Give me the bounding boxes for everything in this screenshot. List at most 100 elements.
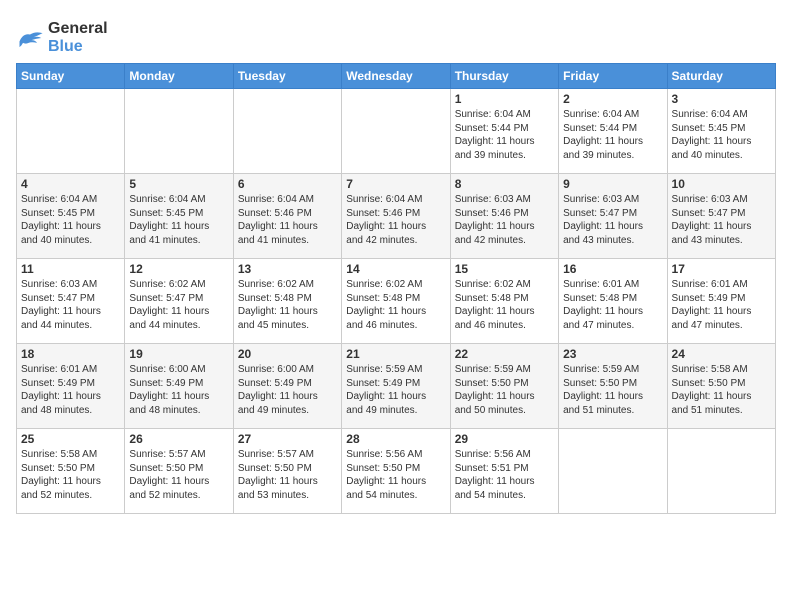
calendar-cell: 4 Sunrise: 6:04 AM Sunset: 5:45 PM Daylig… [17, 174, 125, 259]
page-header: General Blue [16, 16, 776, 55]
calendar-header-sunday: Sunday [17, 64, 125, 89]
day-info: Sunrise: 6:00 AM Sunset: 5:49 PM Dayligh… [238, 363, 337, 417]
calendar-cell: 14 Sunrise: 6:02 AM Sunset: 5:48 PM Dayli… [342, 259, 450, 344]
day-info: Sunrise: 6:02 AM Sunset: 5:48 PM Dayligh… [346, 278, 445, 332]
logo-text-general: General [48, 20, 108, 37]
calendar-cell: 29 Sunrise: 5:56 AM Sunset: 5:51 PM Dayli… [450, 429, 558, 514]
calendar-week-row: 4 Sunrise: 6:04 AM Sunset: 5:45 PM Daylig… [17, 174, 776, 259]
day-number: 13 [238, 262, 337, 276]
calendar-header-friday: Friday [559, 64, 667, 89]
day-number: 10 [672, 177, 771, 191]
calendar-cell: 18Sunrise: 6:01 AM Sunset: 5:49 PM Dayli… [17, 344, 125, 429]
calendar-week-row: 25 Sunrise: 5:58 AM Sunset: 5:50 PM Dayli… [17, 429, 776, 514]
calendar-cell: 15 Sunrise: 6:02 AM Sunset: 5:48 PM Dayli… [450, 259, 558, 344]
day-info: Sunrise: 5:57 AM Sunset: 5:50 PM Dayligh… [238, 448, 337, 502]
day-number: 5 [129, 177, 228, 191]
day-info: Sunrise: 6:02 AM Sunset: 5:48 PM Dayligh… [455, 278, 554, 332]
day-number: 29 [455, 432, 554, 446]
logo: General Blue [16, 20, 108, 55]
day-number: 4 [21, 177, 120, 191]
calendar-cell [667, 429, 775, 514]
day-info: Sunrise: 5:59 AM Sunset: 5:49 PM Dayligh… [346, 363, 445, 417]
day-info: Sunrise: 5:57 AM Sunset: 5:50 PM Dayligh… [129, 448, 228, 502]
day-number: 20 [238, 347, 337, 361]
calendar-cell: 25 Sunrise: 5:58 AM Sunset: 5:50 PM Dayli… [17, 429, 125, 514]
calendar-cell [233, 89, 341, 174]
calendar-cell: 24Sunrise: 5:58 AM Sunset: 5:50 PM Dayli… [667, 344, 775, 429]
day-info: Sunrise: 6:03 AM Sunset: 5:47 PM Dayligh… [672, 193, 771, 247]
calendar-cell: 28 Sunrise: 5:56 AM Sunset: 5:50 PM Dayli… [342, 429, 450, 514]
day-info: Sunrise: 6:00 AM Sunset: 5:49 PM Dayligh… [129, 363, 228, 417]
day-number: 6 [238, 177, 337, 191]
day-info: Sunrise: 6:04 AM Sunset: 5:45 PM Dayligh… [21, 193, 120, 247]
day-number: 3 [672, 92, 771, 106]
day-info: Sunrise: 6:03 AM Sunset: 5:47 PM Dayligh… [21, 278, 120, 332]
calendar-cell: 21 Sunrise: 5:59 AM Sunset: 5:49 PM Dayli… [342, 344, 450, 429]
day-number: 27 [238, 432, 337, 446]
day-number: 17 [672, 262, 771, 276]
calendar-week-row: 11 Sunrise: 6:03 AM Sunset: 5:47 PM Dayli… [17, 259, 776, 344]
calendar-header-saturday: Saturday [667, 64, 775, 89]
calendar-cell [559, 429, 667, 514]
day-number: 23 [563, 347, 662, 361]
day-number: 25 [21, 432, 120, 446]
day-number: 26 [129, 432, 228, 446]
day-info: Sunrise: 5:56 AM Sunset: 5:50 PM Dayligh… [346, 448, 445, 502]
calendar-cell: 8 Sunrise: 6:03 AM Sunset: 5:46 PM Daylig… [450, 174, 558, 259]
day-info: Sunrise: 6:01 AM Sunset: 5:49 PM Dayligh… [21, 363, 120, 417]
calendar-cell: 12 Sunrise: 6:02 AM Sunset: 5:47 PM Dayli… [125, 259, 233, 344]
calendar-cell: 22 Sunrise: 5:59 AM Sunset: 5:50 PM Dayli… [450, 344, 558, 429]
day-info: Sunrise: 6:04 AM Sunset: 5:45 PM Dayligh… [129, 193, 228, 247]
calendar-cell: 11 Sunrise: 6:03 AM Sunset: 5:47 PM Dayli… [17, 259, 125, 344]
calendar-cell: 3 Sunrise: 6:04 AM Sunset: 5:45 PM Daylig… [667, 89, 775, 174]
day-info: Sunrise: 5:58 AM Sunset: 5:50 PM Dayligh… [21, 448, 120, 502]
day-number: 2 [563, 92, 662, 106]
day-number: 7 [346, 177, 445, 191]
calendar-cell: 27 Sunrise: 5:57 AM Sunset: 5:50 PM Dayli… [233, 429, 341, 514]
calendar-cell: 9 Sunrise: 6:03 AM Sunset: 5:47 PM Daylig… [559, 174, 667, 259]
day-number: 19 [129, 347, 228, 361]
day-info: Sunrise: 5:56 AM Sunset: 5:51 PM Dayligh… [455, 448, 554, 502]
calendar-week-row: 1Sunrise: 6:04 AM Sunset: 5:44 PM Daylig… [17, 89, 776, 174]
calendar-cell: 5 Sunrise: 6:04 AM Sunset: 5:45 PM Daylig… [125, 174, 233, 259]
calendar-cell: 17 Sunrise: 6:01 AM Sunset: 5:49 PM Dayli… [667, 259, 775, 344]
day-number: 12 [129, 262, 228, 276]
calendar-header-wednesday: Wednesday [342, 64, 450, 89]
day-number: 21 [346, 347, 445, 361]
calendar-cell: 13 Sunrise: 6:02 AM Sunset: 5:48 PM Dayli… [233, 259, 341, 344]
calendar-cell: 2Sunrise: 6:04 AM Sunset: 5:44 PM Daylig… [559, 89, 667, 174]
calendar-header-row: SundayMondayTuesdayWednesdayThursdayFrid… [17, 64, 776, 89]
calendar-cell: 19 Sunrise: 6:00 AM Sunset: 5:49 PM Dayli… [125, 344, 233, 429]
logo-bird-icon [16, 27, 44, 49]
day-info: Sunrise: 6:04 AM Sunset: 5:46 PM Dayligh… [346, 193, 445, 247]
calendar-cell: 6 Sunrise: 6:04 AM Sunset: 5:46 PM Daylig… [233, 174, 341, 259]
calendar-header-monday: Monday [125, 64, 233, 89]
day-info: Sunrise: 6:03 AM Sunset: 5:46 PM Dayligh… [455, 193, 554, 247]
calendar-cell: 26 Sunrise: 5:57 AM Sunset: 5:50 PM Dayli… [125, 429, 233, 514]
day-number: 11 [21, 262, 120, 276]
calendar-cell [125, 89, 233, 174]
calendar-cell [17, 89, 125, 174]
calendar-cell: 7 Sunrise: 6:04 AM Sunset: 5:46 PM Daylig… [342, 174, 450, 259]
calendar-week-row: 18Sunrise: 6:01 AM Sunset: 5:49 PM Dayli… [17, 344, 776, 429]
day-info: Sunrise: 6:03 AM Sunset: 5:47 PM Dayligh… [563, 193, 662, 247]
day-number: 9 [563, 177, 662, 191]
day-info: Sunrise: 6:01 AM Sunset: 5:49 PM Dayligh… [672, 278, 771, 332]
day-number: 16 [563, 262, 662, 276]
day-info: Sunrise: 6:04 AM Sunset: 5:45 PM Dayligh… [672, 108, 771, 162]
day-info: Sunrise: 6:04 AM Sunset: 5:46 PM Dayligh… [238, 193, 337, 247]
calendar-cell: 16Sunrise: 6:01 AM Sunset: 5:48 PM Dayli… [559, 259, 667, 344]
day-number: 14 [346, 262, 445, 276]
calendar-cell: 23 Sunrise: 5:59 AM Sunset: 5:50 PM Dayli… [559, 344, 667, 429]
calendar-cell [342, 89, 450, 174]
day-info: Sunrise: 5:59 AM Sunset: 5:50 PM Dayligh… [455, 363, 554, 417]
day-number: 15 [455, 262, 554, 276]
day-info: Sunrise: 6:02 AM Sunset: 5:47 PM Dayligh… [129, 278, 228, 332]
day-info: Sunrise: 5:59 AM Sunset: 5:50 PM Dayligh… [563, 363, 662, 417]
day-number: 22 [455, 347, 554, 361]
day-info: Sunrise: 6:02 AM Sunset: 5:48 PM Dayligh… [238, 278, 337, 332]
calendar-header-tuesday: Tuesday [233, 64, 341, 89]
day-number: 8 [455, 177, 554, 191]
day-number: 28 [346, 432, 445, 446]
calendar-cell: 1Sunrise: 6:04 AM Sunset: 5:44 PM Daylig… [450, 89, 558, 174]
